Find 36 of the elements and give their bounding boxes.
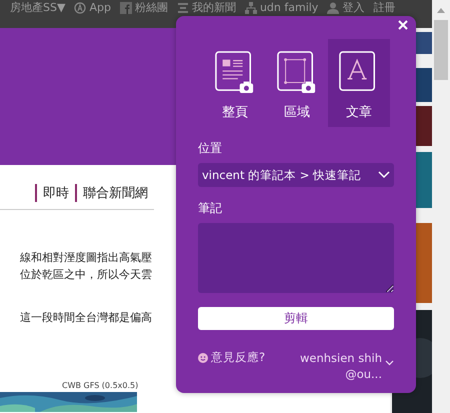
- notebook-dropdown[interactable]: vincent 的筆記本 > 快速筆記: [198, 163, 394, 187]
- scroll-up-icon[interactable]: [436, 6, 446, 14]
- sitemap-icon: [244, 2, 257, 14]
- note-field[interactable]: [198, 223, 394, 293]
- nav-link[interactable]: 聯合新聞網: [75, 184, 154, 202]
- chevron-down-icon: [385, 360, 394, 366]
- clip-mode-tab[interactable]: 文章: [328, 39, 390, 127]
- article-text: 線和相對溼度圖指出高氣壓: [20, 250, 152, 265]
- chart-caption: CWB GFS (0.5x0.5): [62, 381, 140, 390]
- nav-link[interactable]: 即時: [35, 184, 75, 202]
- app-icon: [74, 2, 86, 14]
- list-icon: [176, 2, 189, 14]
- top-bar-link[interactable]: 我的新聞: [176, 2, 236, 14]
- top-bar-link[interactable]: udn family: [244, 2, 318, 14]
- clip-mode-tab[interactable]: 區域: [266, 39, 328, 127]
- location-label: 位置: [198, 140, 223, 157]
- clip-button[interactable]: 剪輯: [198, 307, 394, 330]
- scroll-thumb[interactable]: [434, 20, 448, 80]
- smiley-icon: [198, 352, 208, 362]
- top-bar-link[interactable]: 註冊: [373, 2, 396, 14]
- top-bar-link[interactable]: 登入: [327, 2, 364, 14]
- article-text: 位於乾區之中，所以今天雲: [20, 267, 152, 282]
- top-bar-link[interactable]: 粉絲團: [120, 2, 168, 14]
- user-icon: [327, 2, 340, 14]
- region-camera-icon: [277, 51, 317, 95]
- scrollbar[interactable]: [432, 0, 450, 413]
- account-menu[interactable]: wenhsien shih @ou...: [300, 350, 394, 382]
- feedback-link[interactable]: 意見反應?: [198, 350, 266, 365]
- close-button[interactable]: [398, 20, 410, 32]
- article-text: 這一段時間全台灣都是偏高: [20, 310, 152, 325]
- clip-mode-tab[interactable]: 整頁: [204, 39, 266, 127]
- note-label: 筆記: [198, 200, 223, 217]
- chevron-down-icon: [378, 171, 390, 179]
- page-camera-icon: [215, 51, 255, 95]
- top-bar-link[interactable]: 房地產SS▼: [10, 2, 66, 14]
- top-bar-link[interactable]: App: [74, 2, 111, 14]
